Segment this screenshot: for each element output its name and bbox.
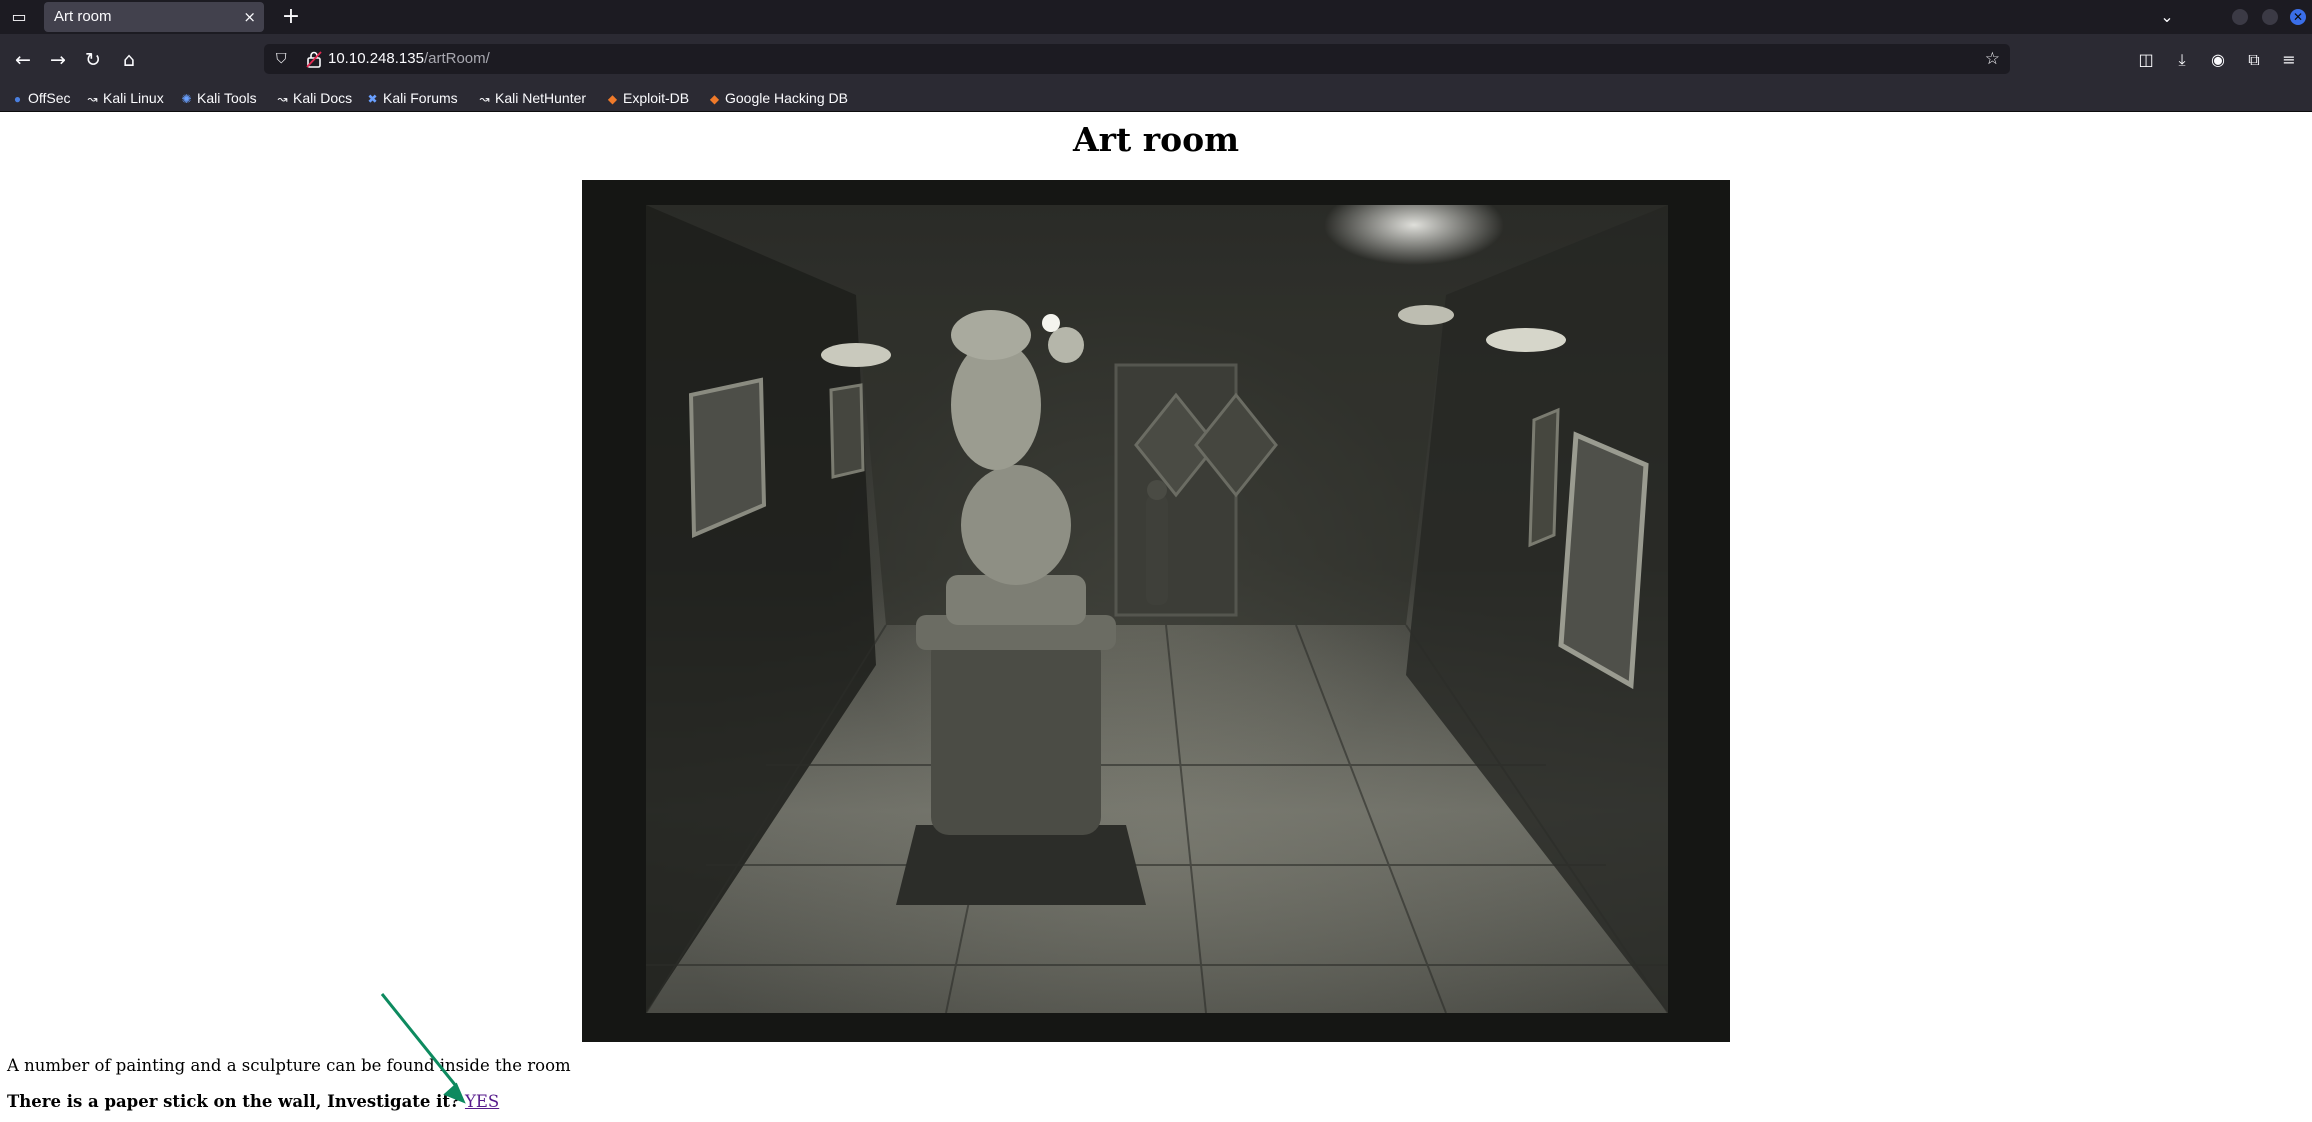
bookmark-kali-docs[interactable]: ↝ Kali Docs (276, 86, 352, 111)
art-room-photo (582, 180, 1730, 1042)
list-all-tabs-icon[interactable]: ⌄ (2154, 4, 2180, 30)
bookmark-label: Kali Linux (103, 90, 164, 106)
navigation-toolbar: ← → ↻ ⌂ ⛉ 10.10.248.135/artRoom/ ☆ ◫ ⤓ ◉… (0, 34, 2312, 86)
bookmark-google-hacking-db[interactable]: ◆ Google Hacking DB (708, 86, 848, 111)
bookmark-kali-forums[interactable]: ✖ Kali Forums (366, 86, 458, 111)
maximize-button[interactable] (2262, 9, 2278, 25)
kali-dragon-icon: ↝ (479, 92, 490, 106)
kali-forums-icon: ✖ (367, 92, 378, 106)
new-tab-button[interactable]: + (278, 4, 304, 30)
tab-strip: ▭ Art room × + ⌄ ✕ (0, 0, 2312, 34)
kali-dragon-icon: ↝ (87, 92, 98, 106)
tab-close-icon[interactable]: × (243, 2, 256, 32)
annotation-arrow-icon (380, 993, 466, 1104)
pocket-icon[interactable]: ◫ (2133, 47, 2159, 73)
bookmark-label: Kali Tools (197, 90, 257, 106)
bookmark-kali-nethunter[interactable]: ↝ Kali NetHunter (478, 86, 586, 111)
kali-tools-icon: ✺ (181, 92, 192, 106)
page-content: Art room A number of painting and a scul… (0, 112, 2312, 1117)
extensions-icon[interactable]: ⧉ (2241, 47, 2267, 73)
insecure-lock-icon[interactable] (304, 49, 324, 69)
url-host: 10.10.248.135 (328, 50, 424, 67)
art-room-illustration (646, 205, 1668, 1013)
url-path: /artRoom/ (423, 50, 490, 67)
forward-arrow-icon[interactable]: → (45, 47, 71, 73)
tab-overview-icon[interactable]: ▭ (8, 6, 30, 28)
tab-art-room[interactable]: Art room × (44, 2, 264, 32)
bookmark-exploit-db[interactable]: ◆ Exploit-DB (606, 86, 689, 111)
kali-dragon-icon: ↝ (277, 92, 288, 106)
close-window-button[interactable]: ✕ (2290, 9, 2306, 25)
menu-icon[interactable]: ≡ (2276, 47, 2302, 73)
page-title: Art room (1072, 120, 1240, 159)
bookmark-label: Google Hacking DB (725, 90, 848, 106)
bookmark-kali-linux[interactable]: ↝ Kali Linux (86, 86, 164, 111)
bookmark-label: Kali NetHunter (495, 90, 587, 106)
minimize-button[interactable] (2232, 9, 2248, 25)
bookmarks-bar: ● OffSec ↝ Kali Linux ✺ Kali Tools ↝ Kali Do… (0, 86, 2312, 112)
tab-title: Art room (54, 8, 112, 25)
home-icon[interactable]: ⌂ (116, 47, 142, 73)
downloads-icon[interactable]: ⤓ (2169, 47, 2195, 73)
exploit-db-icon: ◆ (607, 92, 618, 106)
url-text[interactable]: 10.10.248.135/artRoom/ (328, 44, 490, 74)
bookmark-offsec[interactable]: ● OffSec (11, 86, 71, 111)
bookmark-star-icon[interactable]: ☆ (1985, 44, 2000, 74)
account-icon[interactable]: ◉ (2205, 47, 2231, 73)
offsec-icon: ● (13, 92, 22, 106)
reload-icon[interactable]: ↻ (80, 47, 106, 73)
exploit-db-icon: ◆ (709, 92, 720, 106)
url-bar[interactable]: ⛉ 10.10.248.135/artRoom/ ☆ (264, 44, 2010, 74)
bookmark-label: OffSec (28, 90, 71, 106)
tracking-shield-icon[interactable]: ⛉ (276, 44, 287, 74)
bookmark-label: Kali Docs (293, 90, 353, 106)
art-room-scene (646, 205, 1668, 1013)
bookmark-label: Exploit-DB (623, 90, 690, 106)
bookmark-label: Kali Forums (383, 90, 458, 106)
bookmark-kali-tools[interactable]: ✺ Kali Tools (180, 86, 257, 111)
back-arrow-icon[interactable]: ← (10, 47, 36, 73)
